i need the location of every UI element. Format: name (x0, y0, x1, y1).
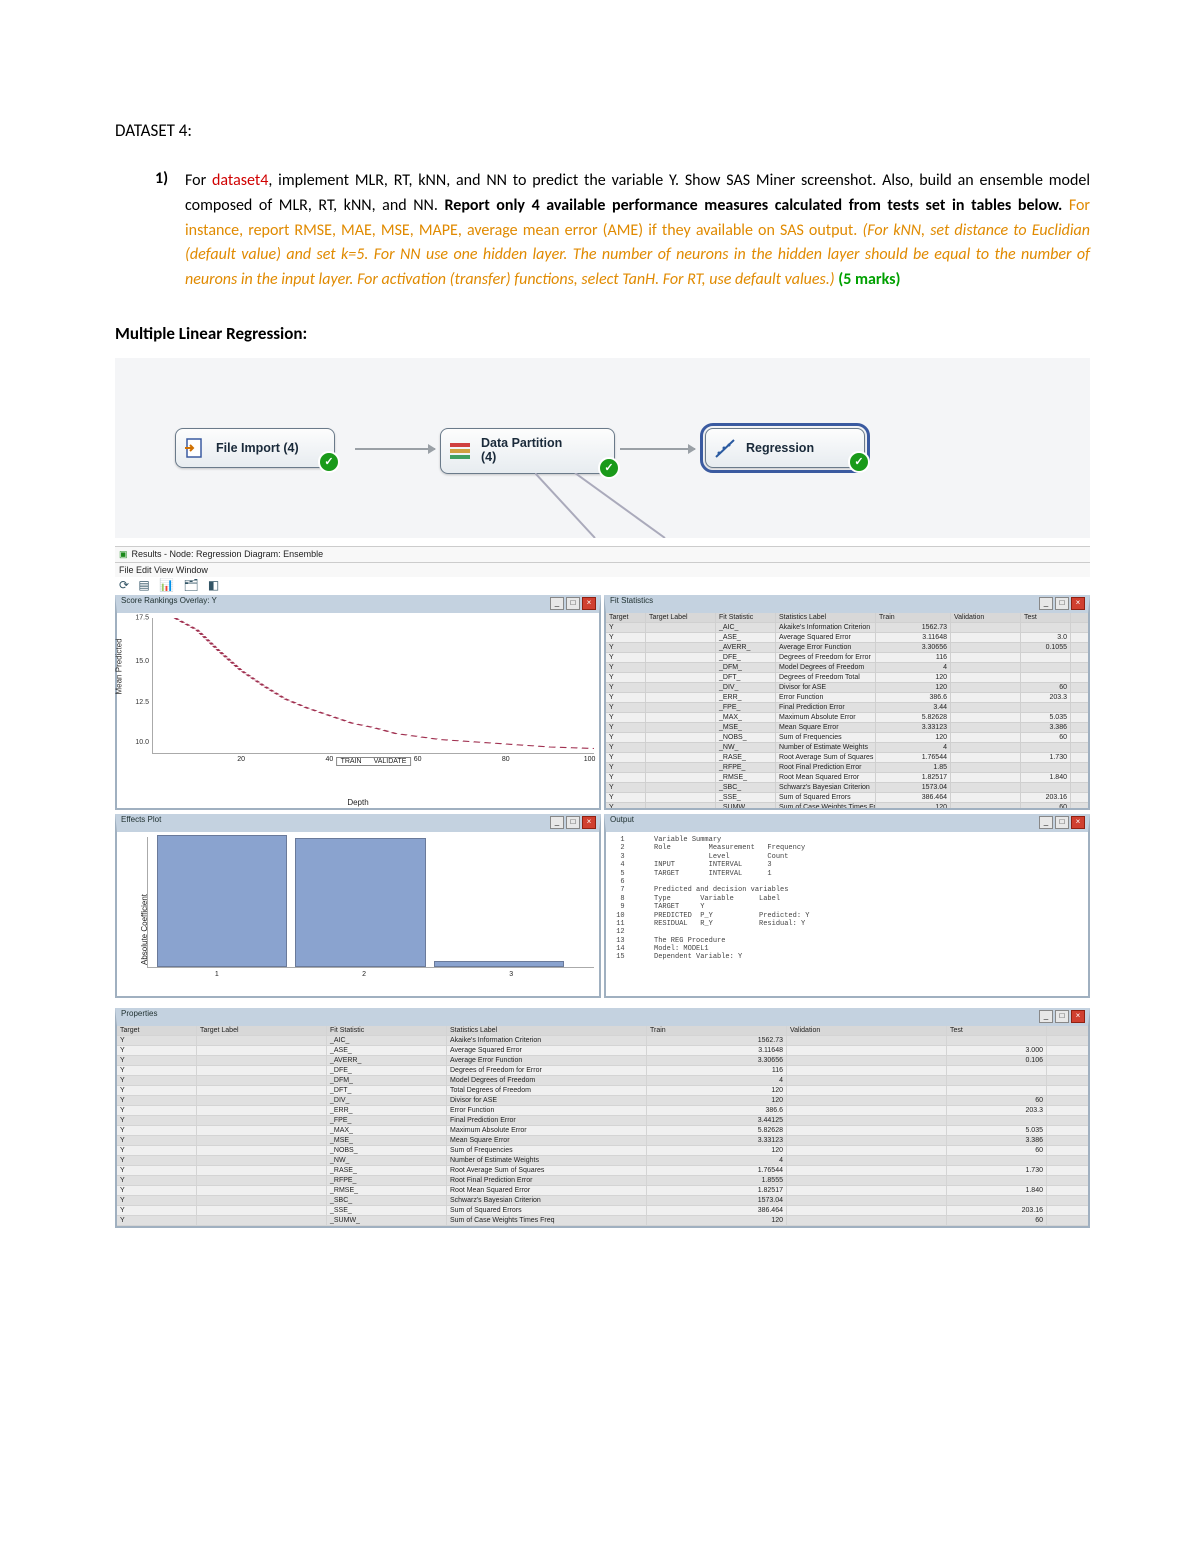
q-dataset: dataset4 (212, 171, 268, 190)
panel-title: Fit Statistics (610, 596, 653, 605)
node-label: (4) (481, 450, 496, 464)
window-controls[interactable]: _□× (550, 816, 596, 829)
node-label: Data Partition (481, 436, 562, 450)
menubar[interactable]: File Edit View Window (115, 562, 1090, 577)
panel-title: Score Rankings Overlay: Y (121, 596, 217, 605)
max-icon[interactable]: □ (566, 816, 580, 829)
legend-item: TRAIN (341, 758, 362, 765)
min-icon[interactable]: _ (550, 597, 564, 610)
node-label: File Import (4) (216, 441, 299, 455)
window-controls[interactable]: _□× (1039, 816, 1085, 829)
node-file-import[interactable]: File Import (4) ✓ (175, 428, 335, 468)
close-icon[interactable]: × (1071, 597, 1085, 610)
node-regression[interactable]: Regression ✓ (705, 428, 865, 468)
min-icon[interactable]: _ (1039, 1010, 1053, 1023)
max-icon[interactable]: □ (1055, 816, 1069, 829)
toolbar[interactable]: ⟳ ▤ 📊 🗂 ◧ (115, 577, 1090, 593)
y-axis-label: Mean Predicted (115, 639, 124, 695)
y-tick: 17.5 (123, 614, 149, 621)
q-text: For (185, 171, 212, 190)
regression-icon (712, 435, 738, 461)
y-tick: 10.0 (123, 739, 149, 746)
panel-effects-plot: Effects Plot _□× Absolute Coefficient 12… (115, 814, 601, 998)
max-icon[interactable]: □ (566, 597, 580, 610)
panel-output: Output _□× 1 Variable Summary 2 Role Mea… (604, 814, 1090, 998)
min-icon[interactable]: _ (550, 816, 564, 829)
dataset-heading: DATASET 4: (115, 120, 1090, 141)
x-tick: 80 (502, 756, 510, 763)
x-tick: 40 (325, 756, 333, 763)
q-bold: Report only 4 available performance meas… (444, 196, 1068, 215)
x-tick: 20 (237, 756, 245, 763)
panel-score-rankings: Score Rankings Overlay: Y _□× Mean Predi… (115, 595, 601, 810)
connector (355, 448, 435, 450)
x-axis-label: Depth (347, 798, 368, 807)
question-number: 1) (155, 169, 185, 293)
question-1: 1) For dataset4, implement MLR, RT, kNN,… (155, 169, 1090, 293)
chart-legend: TRAIN VALIDATE (336, 757, 412, 766)
min-icon[interactable]: _ (1039, 816, 1053, 829)
sas-results-window: ▣ Results - Node: Regression Diagram: En… (115, 546, 1090, 1228)
window-controls[interactable]: _□× (1039, 1010, 1085, 1023)
close-icon[interactable]: × (582, 597, 596, 610)
close-icon[interactable]: × (1071, 816, 1085, 829)
panel-title: Output (610, 815, 634, 824)
panel-title: Properties (121, 1009, 157, 1018)
app-icon: ▣ (119, 549, 128, 560)
line-chart: 17.5 15.0 12.5 10.0 20 40 60 80 100 TRAI… (152, 618, 594, 754)
data-partition-icon (447, 438, 473, 464)
sas-miner-flowchart: File Import (4) ✓ Data Partition (4) ✓ R… (115, 358, 1090, 538)
y-tick: 12.5 (123, 699, 149, 706)
min-icon[interactable]: _ (1039, 597, 1053, 610)
close-icon[interactable]: × (582, 816, 596, 829)
y-tick: 15.0 (123, 658, 149, 665)
fit-statistics-table: TargetTarget LabelFit StatisticStatistic… (606, 613, 1088, 808)
bar-chart: 123 (147, 837, 594, 968)
max-icon[interactable]: □ (1055, 1010, 1069, 1023)
file-import-icon (182, 435, 208, 461)
panel-title: Effects Plot (121, 815, 161, 824)
window-title: Results - Node: Regression Diagram: Ense… (132, 549, 324, 559)
panel-fit-statistics: Fit Statistics _□× TargetTarget LabelFit… (604, 595, 1090, 810)
panel-properties: Properties _□× TargetTarget LabelFit Sta… (115, 1008, 1090, 1228)
subheading-mlr: Multiple Linear Regression: (115, 323, 1090, 344)
check-icon: ✓ (318, 451, 340, 473)
node-data-partition[interactable]: Data Partition (4) ✓ (440, 428, 615, 474)
legend-item: VALIDATE (374, 758, 407, 765)
check-icon: ✓ (848, 451, 870, 473)
window-controls[interactable]: _□× (1039, 597, 1085, 610)
connector (620, 448, 695, 450)
q-marks: (5 marks) (838, 270, 900, 289)
node-label: Regression (746, 441, 814, 455)
connector-lines (535, 473, 735, 538)
properties-table: TargetTarget LabelFit StatisticStatistic… (117, 1026, 1088, 1226)
x-tick: 60 (414, 756, 422, 763)
question-body: For dataset4, implement MLR, RT, kNN, an… (185, 169, 1090, 293)
close-icon[interactable]: × (1071, 1010, 1085, 1023)
x-tick: 100 (584, 756, 596, 763)
max-icon[interactable]: □ (1055, 597, 1069, 610)
window-controls[interactable]: _□× (550, 597, 596, 610)
window-titlebar: ▣ Results - Node: Regression Diagram: En… (115, 546, 1090, 562)
output-text: 1 Variable Summary 2 Role Measurement Fr… (606, 832, 1088, 996)
